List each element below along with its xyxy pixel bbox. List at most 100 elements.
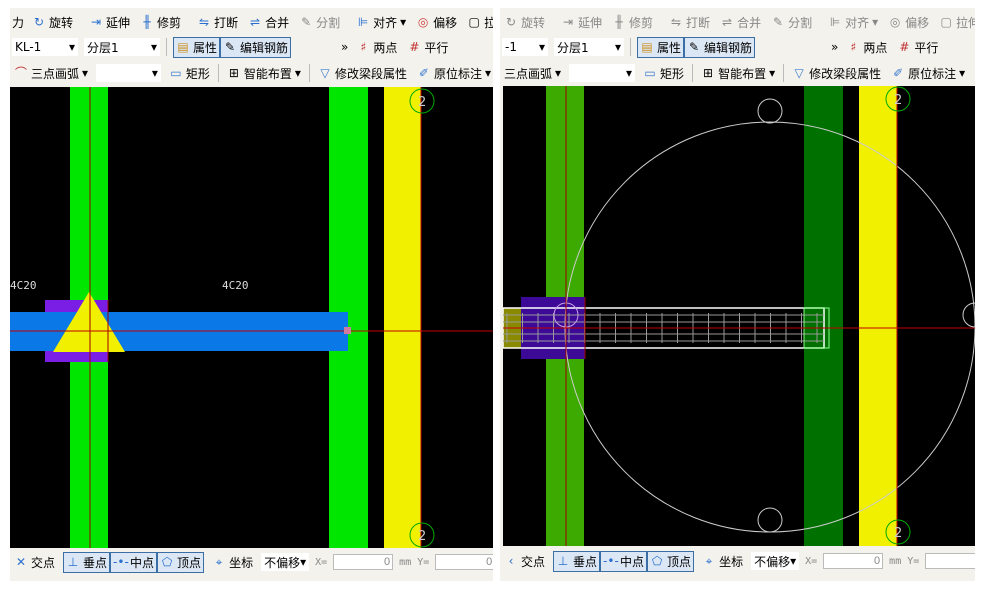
smart-layout-button[interactable]: ⊞ 智能布置 ▾ <box>225 64 303 83</box>
intersect-snap[interactable]: ✕ 交点 <box>12 553 57 572</box>
draw-mode-select[interactable]: ▾ <box>96 64 161 82</box>
dropdown-arrow-icon: ▾ <box>68 40 75 54</box>
two-point-icon: ♯ <box>850 40 857 54</box>
rect-button[interactable]: ▭ 矩形 <box>167 64 212 83</box>
midpoint-snap[interactable]: -•- 中点 <box>110 551 158 573</box>
pentagon-icon: ⬠ <box>651 554 663 568</box>
layer-select[interactable]: 分层1 ▾ <box>554 38 624 56</box>
inplace-label-button[interactable]: ✐ 原位标注 ▾ <box>889 64 967 83</box>
two-point-button[interactable]: ♯ 两点 <box>354 38 399 57</box>
x-input[interactable] <box>823 553 884 569</box>
grip-circle[interactable] <box>757 507 783 533</box>
intersect-snap[interactable]: ‹ 交点 <box>502 552 547 571</box>
vertex-label: 顶点 <box>177 555 202 570</box>
grip-circle[interactable] <box>757 98 783 124</box>
column-yellow[interactable] <box>384 87 421 548</box>
offset-button[interactable]: ◎ 偏移 <box>414 13 459 32</box>
properties-button[interactable]: ▤ 属性 <box>637 36 685 58</box>
offset-select[interactable]: 不偏移 ▾ <box>261 553 310 571</box>
vertex-snap[interactable]: ⬠ 顶点 <box>647 550 695 572</box>
parallel-button[interactable]: # 平行 <box>895 38 940 57</box>
trim-button[interactable]: ╫ 修剪 <box>610 13 655 32</box>
tool-fragment[interactable]: 力 <box>12 14 24 31</box>
coordinate-snap[interactable]: ⌖ 坐标 <box>210 553 255 572</box>
stretch-button[interactable]: ▢ 拉伸 <box>465 13 494 32</box>
extend-button[interactable]: ⇥ 延伸 <box>87 13 132 32</box>
axis-number: 2 <box>894 93 902 108</box>
align-icon: ⊫ <box>829 15 841 29</box>
properties-button[interactable]: ▤ 属性 <box>173 36 221 58</box>
extend-button[interactable]: ⇥ 延伸 <box>559 13 604 32</box>
break-button[interactable]: ⇋ 打断 <box>667 13 712 32</box>
midpoint-snap[interactable]: -•- 中点 <box>600 550 648 572</box>
perpendicular-icon: ⊥ <box>557 554 569 568</box>
edit-rebar-button[interactable]: ✎ 编辑钢筋 <box>220 36 292 58</box>
divider <box>692 64 694 82</box>
y-input[interactable] <box>925 553 975 569</box>
split-button[interactable]: ✎ 分割 <box>769 13 814 32</box>
coordinate-label: 坐标 <box>229 555 254 570</box>
break-label: 打断 <box>686 15 711 30</box>
y-input[interactable] <box>435 554 493 570</box>
parallel-button[interactable]: # 平行 <box>405 38 450 57</box>
y-label: Y= <box>907 555 920 567</box>
stretch-button[interactable]: ▢ 拉伸 <box>937 13 975 32</box>
trim-button[interactable]: ╫ 修剪 <box>138 13 183 32</box>
break-button[interactable]: ⇋ 打断 <box>195 13 240 32</box>
trim-label: 修剪 <box>629 15 654 30</box>
grip-handle[interactable] <box>344 327 351 334</box>
layer-value: 分层1 <box>87 40 119 55</box>
align-label: 对齐 <box>373 15 398 30</box>
y-label: Y= <box>417 556 430 568</box>
rotate-button[interactable]: ↻ 旋转 <box>30 13 75 32</box>
arc-button[interactable]: ⌒ 三点画弧 ▾ <box>12 64 90 83</box>
layer-select[interactable]: 分层1 ▾ <box>84 38 160 56</box>
two-point-button[interactable]: ♯ 两点 <box>844 38 889 57</box>
inplace-label-button[interactable]: ✐ 原位标注 ▾ <box>415 64 493 83</box>
grip-circle[interactable] <box>962 302 975 328</box>
rotate-button[interactable]: ↻ 旋转 <box>502 13 547 32</box>
drawing-canvas[interactable]: 2 2 <box>502 86 975 546</box>
smart-layout-button[interactable]: ⊞ 智能布置 ▾ <box>699 64 777 83</box>
two-point-label: 两点 <box>373 40 398 55</box>
pentagon-icon: ⬠ <box>161 555 173 569</box>
column-yellow[interactable] <box>859 86 897 546</box>
more-button[interactable]: » <box>341 40 348 54</box>
merge-button[interactable]: ⇌ 合并 <box>246 13 291 32</box>
merge-button[interactable]: ⇌ 合并 <box>718 13 763 32</box>
element-select[interactable]: -1 ▾ <box>502 38 548 56</box>
rotate-label: 旋转 <box>49 15 74 30</box>
drawing-canvas[interactable]: 4C20 4C20 2 2 <box>10 87 493 548</box>
align-label: 对齐 <box>845 15 870 30</box>
perpendicular-snap[interactable]: ⊥ 垂点 <box>63 551 111 573</box>
x-label: X= <box>805 555 818 567</box>
rect-button[interactable]: ▭ 矩形 <box>641 64 686 83</box>
coordinate-snap[interactable]: ⌖ 坐标 <box>700 552 745 571</box>
dropdown-arrow-icon: ▾ <box>790 554 797 568</box>
edit-toolbar: ↻ 旋转 ⇥ 延伸 ╫ 修剪 ⇋ 打断 ⇌ 合并 ✎ 分割 ⊫ 对齐 ▾ ◎ 偏移 ▢ 拉伸 <box>500 10 975 34</box>
modify-beam-button[interactable]: ▽ 修改梁段属性 <box>316 64 409 83</box>
offset-select[interactable]: 不偏移 ▾ <box>751 552 800 570</box>
parallel-label: 平行 <box>914 40 939 55</box>
more-button[interactable]: » <box>831 40 838 54</box>
right-panel: ↻ 旋转 ⇥ 延伸 ╫ 修剪 ⇋ 打断 ⇌ 合并 ✎ 分割 ⊫ 对齐 ▾ ◎ 偏移 ▢ 拉伸 -1 ▾… <box>500 8 975 581</box>
offset-button[interactable]: ◎ 偏移 <box>886 13 931 32</box>
align-button[interactable]: ⊫ 对齐 ▾ <box>826 13 880 32</box>
draw-mode-select[interactable]: ▾ <box>569 64 636 82</box>
dropdown-arrow-icon: ▾ <box>614 40 621 54</box>
intersect-icon: ✕ <box>15 555 27 569</box>
split-button[interactable]: ✎ 分割 <box>297 13 342 32</box>
perpendicular-snap[interactable]: ⊥ 垂点 <box>553 550 601 572</box>
merge-icon: ⇌ <box>250 15 261 29</box>
vertex-snap[interactable]: ⬠ 顶点 <box>157 551 205 573</box>
arc-button[interactable]: 三点画弧 ▾ <box>502 64 563 83</box>
modify-beam-button[interactable]: ▽ 修改梁段属性 <box>790 64 883 83</box>
dropdown-arrow-icon: ▾ <box>626 66 633 80</box>
element-select[interactable]: KL-1 ▾ <box>12 38 78 56</box>
align-button[interactable]: ⊫ 对齐 ▾ <box>354 13 408 32</box>
filter-icon: ▽ <box>320 66 330 80</box>
edit-rebar-button[interactable]: ✎ 编辑钢筋 <box>684 36 756 58</box>
snap-toolbar: ‹ 交点 ⊥ 垂点 -•-中点 ⬠ 顶点 ⌖ 坐标 不偏移▾ X= mm Y= <box>500 549 975 573</box>
arc-label: 三点画弧 <box>504 66 553 81</box>
x-input[interactable] <box>333 554 394 570</box>
